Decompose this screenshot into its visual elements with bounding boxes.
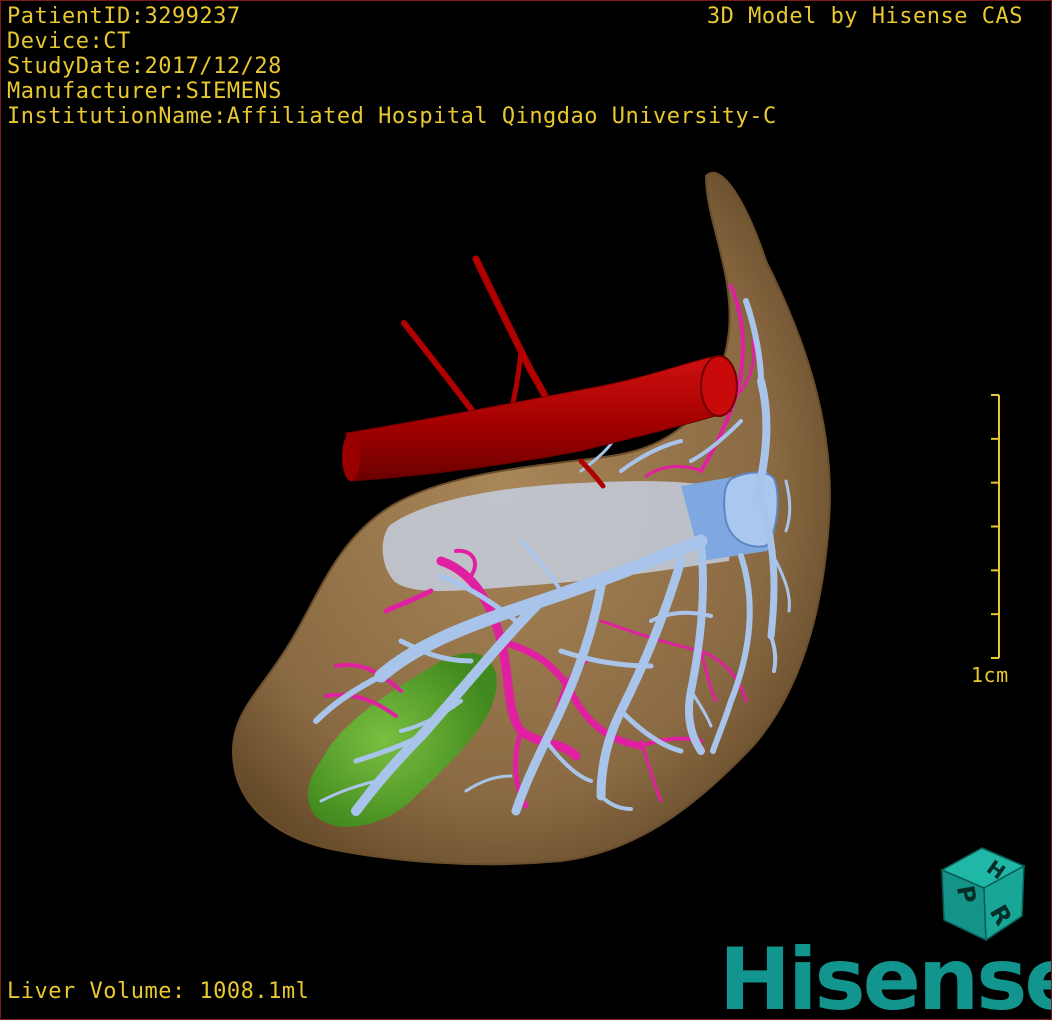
aorta-cut-face xyxy=(700,355,738,417)
dicom-info-overlay: PatientID:3299237 Device:CT StudyDate:20… xyxy=(7,4,777,129)
aorta-end xyxy=(342,433,360,481)
liver-volume: Liver Volume: 1008.1ml xyxy=(7,979,310,1004)
model-credit: 3D Model by Hisense CAS xyxy=(706,4,1023,29)
manufacturer: Manufacturer:SIEMENS xyxy=(7,79,282,104)
patient-id: PatientID:3299237 xyxy=(7,4,241,29)
liver-3d-model[interactable] xyxy=(1,1,1052,1020)
study-date: StudyDate:2017/12/28 xyxy=(7,54,282,79)
scale-bar xyxy=(991,394,1000,659)
scale-label: 1cm xyxy=(971,663,1009,687)
institution-name: InstitutionName:Affiliated Hospital Qing… xyxy=(7,104,777,129)
hisense-logo: Hisense xyxy=(719,930,1052,1020)
3d-model-viewport[interactable]: PatientID:3299237 Device:CT StudyDate:20… xyxy=(0,0,1052,1020)
orientation-cube[interactable]: H P R xyxy=(936,844,1028,944)
device: Device:CT xyxy=(7,29,131,54)
